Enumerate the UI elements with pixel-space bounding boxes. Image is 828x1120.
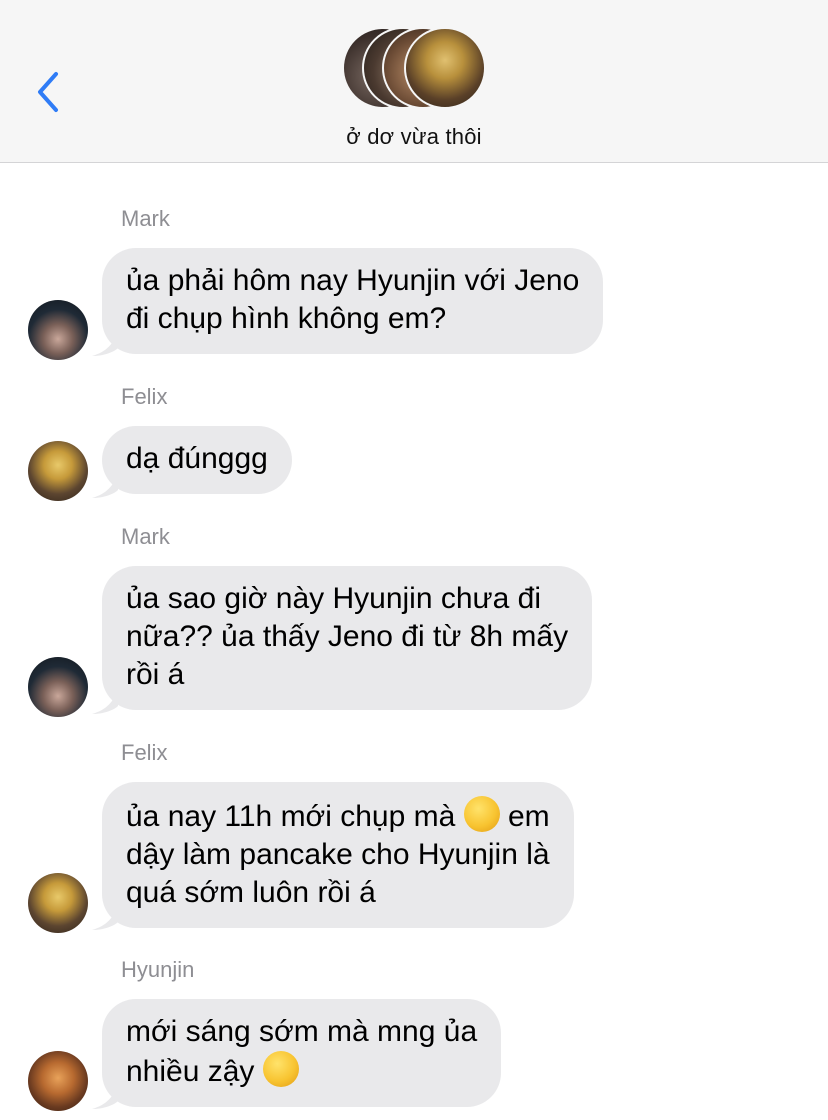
message-line: mới sáng sớm mà mng ủa xyxy=(126,1015,478,1048)
chevron-left-icon xyxy=(38,72,58,112)
sender-name: Felix xyxy=(121,384,168,409)
avatar[interactable] xyxy=(28,441,88,501)
message-line: quá sớm luôn rồi á xyxy=(126,876,376,909)
bubble-tail-icon xyxy=(92,472,118,498)
message-bubble[interactable]: ủa sao giờ này Hyunjin chưa đi nữa?? ủa … xyxy=(102,566,593,710)
message-line: dạ đúnggg xyxy=(126,442,268,475)
message-bubble[interactable]: dạ đúnggg xyxy=(102,426,292,494)
message-line: nữa?? ủa thấy Jeno đi từ 8h mấy xyxy=(126,620,569,653)
message-line: nhiều zậy xyxy=(126,1051,477,1091)
sender-name: Mark xyxy=(121,524,170,549)
message-line: ủa phải hôm nay Hyunjin với Jeno xyxy=(126,264,580,297)
chat-header: ở dơ vừa thôi xyxy=(0,0,828,163)
sender-name: Felix xyxy=(121,740,168,765)
message-bubble[interactable]: ủa nay 11h mới chụp mà em dậy làm pancak… xyxy=(102,782,574,928)
message-bubble[interactable]: mới sáng sớm mà mng ủa nhiều zậy xyxy=(102,999,502,1107)
bubble-tail-icon xyxy=(92,904,118,930)
bubble-tail-icon xyxy=(92,330,118,356)
bubble-tail-icon xyxy=(92,688,118,714)
message-line: ủa nay 11h mới chụp mà em xyxy=(126,796,550,836)
group-member-avatar xyxy=(404,27,486,109)
avatar[interactable] xyxy=(28,300,88,360)
bubble-tail-icon xyxy=(92,1083,118,1109)
message-text: em xyxy=(507,800,550,833)
thinking-face-icon xyxy=(463,796,500,832)
message-text: ủa nay 11h mới chụp mà xyxy=(126,800,456,833)
sender-name: Mark xyxy=(121,206,170,231)
yawning-face-icon xyxy=(262,1051,299,1087)
message-text: nhiều zậy xyxy=(126,1055,255,1088)
message-line: dậy làm pancake cho Hyunjin là xyxy=(126,838,550,871)
group-name[interactable]: ở dơ vừa thôi xyxy=(0,124,828,150)
avatar[interactable] xyxy=(28,657,88,717)
avatar[interactable] xyxy=(28,873,88,933)
message-line: đi chụp hình không em? xyxy=(126,302,447,335)
sender-name: Hyunjin xyxy=(121,957,195,982)
avatar[interactable] xyxy=(28,1051,88,1111)
back-button[interactable] xyxy=(28,64,68,120)
message-bubble[interactable]: ủa phải hôm nay Hyunjin với Jeno đi chụp… xyxy=(102,248,604,354)
message-line: ủa sao giờ này Hyunjin chưa đi xyxy=(126,582,541,615)
message-line: rồi á xyxy=(126,658,185,691)
group-avatar-stack[interactable] xyxy=(342,27,488,111)
